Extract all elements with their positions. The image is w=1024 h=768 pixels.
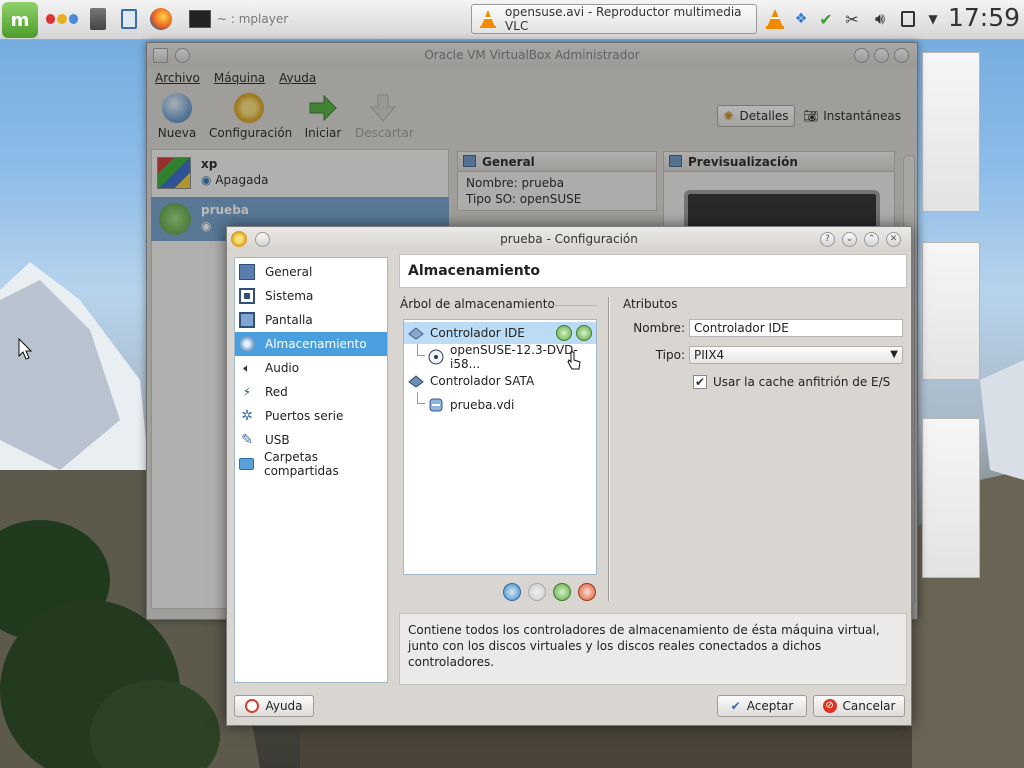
accept-button[interactable]: ✔ Aceptar	[717, 695, 807, 717]
chevron-down-icon: ▼	[890, 349, 898, 360]
system-icon	[239, 288, 255, 304]
firefox-icon[interactable]	[148, 6, 174, 32]
add-cd-icon[interactable]	[556, 325, 572, 341]
file-manager-icon[interactable]	[118, 6, 140, 32]
scissors-icon[interactable]: ✂	[842, 6, 862, 32]
add-attachment-button[interactable]	[553, 583, 571, 601]
storage-tree-label: Árbol de almacenamiento	[400, 297, 555, 311]
host-cache-checkbox[interactable]: ✔	[693, 375, 707, 389]
clock[interactable]: 17:59	[948, 3, 1020, 32]
maximize-icon[interactable]: ⌃	[864, 232, 879, 247]
taskbar-terminal-label: ~ : mplayer	[217, 12, 289, 26]
category-list: General Sistema Pantalla Almacenamiento …	[234, 257, 388, 683]
tree-item-sata-controller[interactable]: Controlador SATA	[404, 370, 596, 392]
taskbar-vlc-label: opensuse.avi - Reproductor multimedia VL…	[505, 5, 742, 33]
window-thumbnail[interactable]	[922, 242, 980, 380]
volume-icon[interactable]: 🔊︎	[868, 6, 892, 32]
info-panel: Contiene todos los controladores de alma…	[399, 613, 907, 685]
category-sistema[interactable]: Sistema	[235, 284, 387, 308]
lifebuoy-icon	[245, 699, 260, 713]
vlc-cone-icon	[480, 10, 496, 28]
remove-controller-button[interactable]	[528, 583, 546, 601]
help-icon[interactable]: ?	[820, 232, 835, 247]
splitter[interactable]	[608, 297, 610, 601]
ide-controller-icon	[408, 325, 424, 341]
section-rule	[549, 305, 597, 306]
top-panel: m ~ : mplayer opensuse.avi - Reproductor…	[0, 0, 1024, 40]
network-icon: ⚡︎	[242, 385, 252, 399]
mouse-pointer-icon	[18, 338, 32, 360]
audio-icon: 🔈︎	[243, 360, 251, 375]
keep-above-icon[interactable]	[255, 232, 270, 247]
window-buttons-icon[interactable]	[46, 6, 80, 32]
cd-icon	[428, 349, 444, 365]
terminal-icon	[189, 10, 211, 28]
category-carpetas-compartidas[interactable]: Carpetas compartidas	[235, 450, 387, 478]
display-icon	[239, 312, 255, 328]
mint-menu-icon[interactable]: m	[2, 2, 38, 38]
attributes-label: Atributos	[623, 297, 678, 311]
close-icon[interactable]: ✕	[886, 232, 901, 247]
storage-icon	[239, 336, 255, 352]
tree-item-hard-disk[interactable]: prueba.vdi	[404, 394, 596, 416]
cancel-button[interactable]: ⊘ Cancelar	[813, 695, 905, 717]
vlc-tray-icon[interactable]	[764, 8, 786, 30]
hand-cursor-icon	[567, 351, 581, 370]
taskbar-item-terminal[interactable]: ~ : mplayer	[182, 4, 462, 34]
controller-type-select[interactable]: PIIX4 ▼	[689, 346, 903, 364]
window-thumbnail[interactable]	[922, 52, 980, 212]
category-general[interactable]: General	[235, 260, 387, 284]
window-thumbnail[interactable]	[922, 418, 980, 578]
dialog-title: prueba - Configuración	[500, 232, 638, 246]
hard-disk-icon	[428, 397, 444, 413]
category-almacenamiento[interactable]: Almacenamiento	[235, 332, 387, 356]
category-usb[interactable]: ✎ USB	[235, 428, 387, 452]
dialog-titlebar: prueba - Configuración ? ⌄ ⌃ ✕	[227, 227, 911, 251]
shared-folder-icon	[239, 458, 254, 470]
help-button[interactable]: Ayuda	[234, 695, 314, 717]
minimize-icon[interactable]: ⌄	[842, 232, 857, 247]
general-icon	[239, 264, 255, 280]
remove-attachment-button[interactable]	[578, 583, 596, 601]
network-icon[interactable]	[898, 6, 918, 32]
dropbox-icon[interactable]: ❖	[792, 6, 810, 32]
add-disk-icon[interactable]	[576, 325, 592, 341]
serial-port-icon: ✲	[241, 408, 253, 424]
category-audio[interactable]: 🔈︎ Audio	[235, 356, 387, 380]
category-red[interactable]: ⚡︎ Red	[235, 380, 387, 404]
controller-name-input[interactable]: Controlador IDE	[689, 319, 903, 337]
add-controller-button[interactable]	[503, 583, 521, 601]
shield-check-icon[interactable]: ✔	[816, 6, 836, 32]
gear-icon[interactable]	[231, 231, 247, 247]
name-label: Nombre:	[633, 321, 685, 335]
tree-item-ide-controller[interactable]: Controlador IDE	[404, 322, 596, 344]
category-puertos-serie[interactable]: ✲ Puertos serie	[235, 404, 387, 428]
show-desktop-icon[interactable]	[88, 6, 108, 32]
host-cache-label: Usar la cache anfitrión de E/S	[713, 375, 891, 389]
type-label: Tipo:	[655, 348, 685, 362]
settings-dialog: prueba - Configuración ? ⌄ ⌃ ✕ General S…	[226, 226, 912, 726]
category-pantalla[interactable]: Pantalla	[235, 308, 387, 332]
usb-icon: ✎	[241, 432, 253, 448]
sata-controller-icon	[408, 373, 424, 389]
chevron-down-icon[interactable]: ▼	[924, 6, 942, 32]
cancel-icon: ⊘	[822, 699, 837, 713]
taskbar-item-vlc[interactable]: opensuse.avi - Reproductor multimedia VL…	[471, 4, 757, 34]
page-title: Almacenamiento	[399, 254, 907, 288]
checkmark-icon: ✔	[730, 699, 741, 713]
